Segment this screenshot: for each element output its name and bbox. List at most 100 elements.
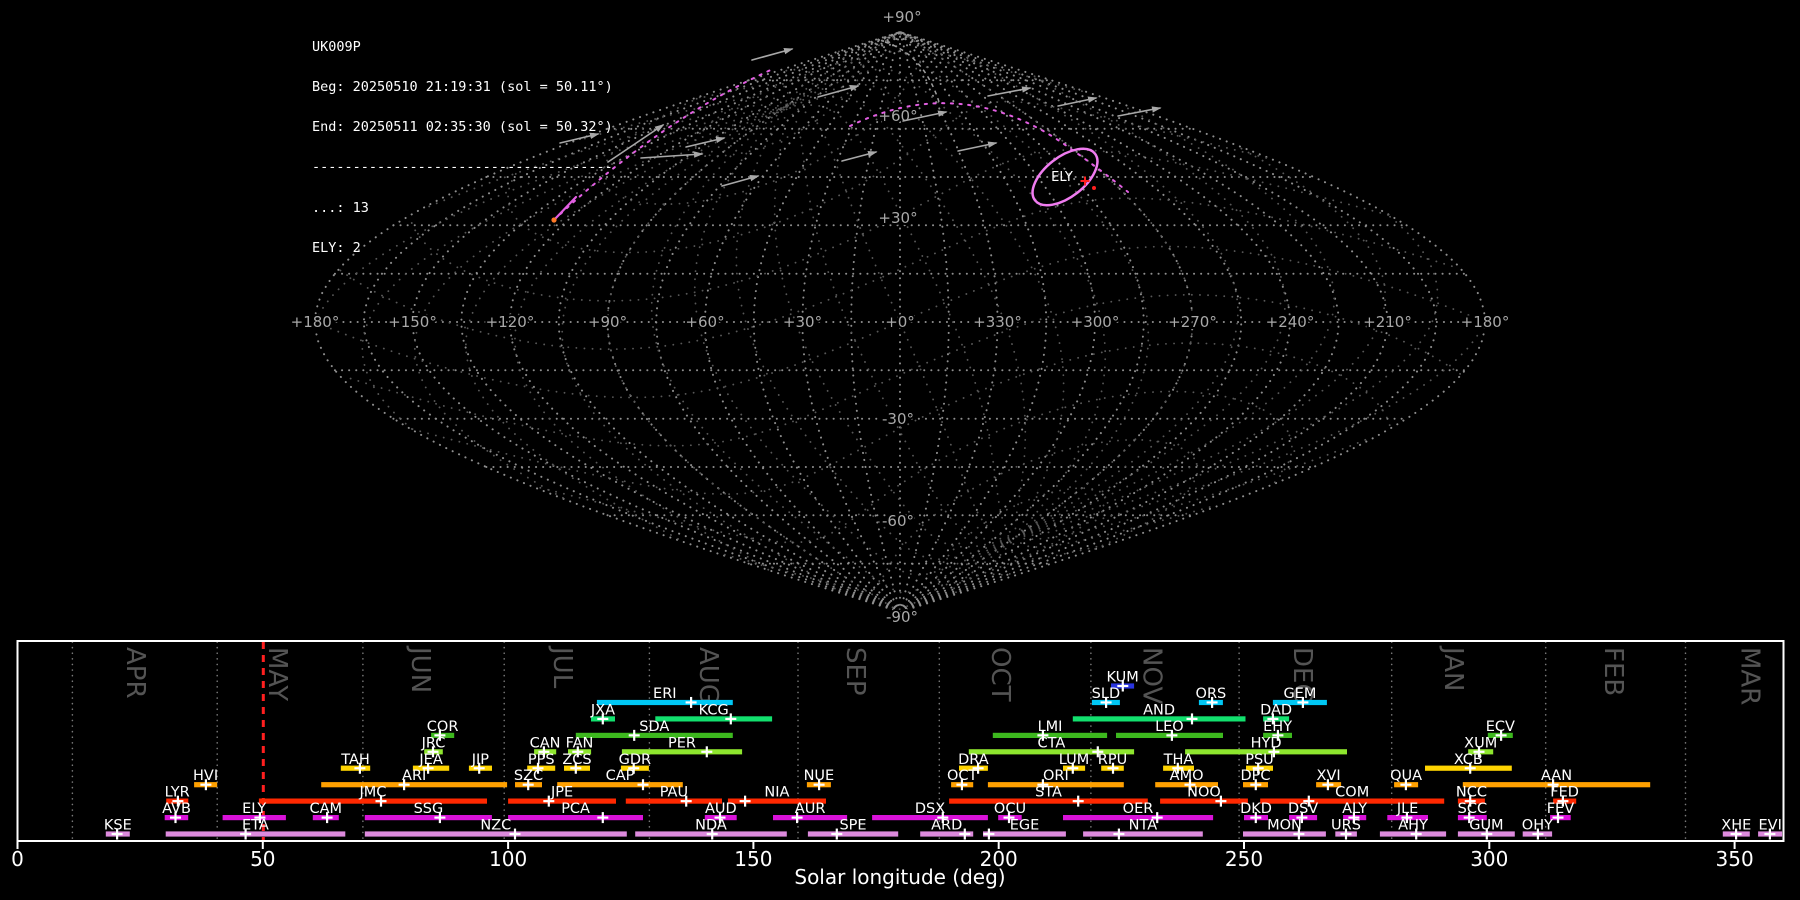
shower-code-label: PCA bbox=[561, 801, 590, 817]
grid-secondary bbox=[918, 293, 1461, 375]
shower-code-label: JRC bbox=[421, 735, 446, 751]
month-label: FEB bbox=[1598, 647, 1628, 696]
shower-code-label: DAD bbox=[1260, 702, 1292, 718]
shower-code-label: SDA bbox=[639, 719, 669, 735]
axis-tick-label: 350 bbox=[1716, 847, 1754, 871]
longitude-label: +300° bbox=[1071, 313, 1120, 331]
shower-code-label: XCB bbox=[1454, 752, 1483, 768]
shower-code-label: ERI bbox=[653, 686, 677, 702]
obs-begin: Beg: 20250510 21:19:31 (sol = 50.11°) bbox=[312, 79, 613, 96]
month-label: OCT bbox=[985, 647, 1015, 702]
shower-code-label: AVB bbox=[162, 801, 191, 817]
shower-code-label: XUM bbox=[1464, 735, 1497, 751]
shower-code-label: TAH bbox=[340, 752, 370, 768]
longitude-label: +30° bbox=[783, 313, 822, 331]
shower-code-label: EVI bbox=[1759, 818, 1782, 834]
month-label: APR bbox=[120, 647, 150, 699]
grid-secondary bbox=[1015, 329, 1482, 538]
shower-code-label: CAM bbox=[310, 801, 343, 817]
longitude-label: +330° bbox=[973, 313, 1022, 331]
shower-code-label: SPE bbox=[839, 818, 866, 834]
shower-code-label: KCG bbox=[699, 702, 729, 718]
shower-code-label: EHY bbox=[1263, 719, 1292, 735]
shower-code-label: AAN bbox=[1541, 768, 1572, 784]
latitude-label: -60° bbox=[882, 512, 914, 530]
axis-tick-label: 0 bbox=[11, 847, 24, 871]
shower-code-label: COM bbox=[1335, 785, 1369, 801]
shower-code-label: OHY bbox=[1522, 818, 1553, 834]
ely-meteor-dot bbox=[1092, 186, 1096, 190]
month-label: MAR bbox=[1735, 647, 1765, 705]
grid-secondary bbox=[1015, 73, 1287, 538]
shower-code-label: KUM bbox=[1106, 670, 1138, 686]
shower-code-label: ETA bbox=[242, 818, 269, 834]
longitude-label: +240° bbox=[1266, 313, 1315, 331]
shower-code-label: HYD bbox=[1251, 735, 1282, 751]
shower-code-label: LEO bbox=[1155, 719, 1184, 735]
longitude-label: +180° bbox=[1461, 313, 1510, 331]
grid-secondary bbox=[717, 490, 970, 592]
longitude-label: +180° bbox=[291, 313, 340, 331]
shower-code-label: LMI bbox=[1038, 719, 1063, 735]
month-label: JAN bbox=[1438, 645, 1468, 691]
shower-code-label: SZC bbox=[514, 768, 543, 784]
grid-secondary bbox=[695, 83, 789, 109]
grid-secondary bbox=[936, 342, 1391, 427]
shower-code-label: DSV bbox=[1288, 801, 1318, 817]
grid-secondary bbox=[693, 58, 865, 157]
shower-code-label: JEA bbox=[418, 752, 442, 768]
obs-end: End: 20250511 02:35:30 (sol = 50.32°) bbox=[312, 119, 613, 136]
longitude-label: +90° bbox=[588, 313, 627, 331]
shower-code-label: JPE bbox=[550, 785, 573, 801]
shower-code-label: THA bbox=[1163, 752, 1194, 768]
grid-secondary bbox=[782, 83, 1065, 538]
month-label: JUN bbox=[405, 645, 435, 693]
grid-secondary bbox=[899, 245, 1477, 323]
shower-code-label: PER bbox=[668, 735, 696, 751]
shower-code-label: NTA bbox=[1129, 818, 1158, 834]
sporadic-meteor-trail bbox=[957, 141, 998, 152]
station-id: UK009P bbox=[312, 38, 361, 55]
app-window: +180° +150° +120° +90° +60° +30° +0° +330° +300°… bbox=[0, 0, 1800, 900]
shower-code-label: NDA bbox=[695, 818, 727, 834]
grid-secondary bbox=[1015, 436, 1372, 541]
sporadic-meteor-trail bbox=[841, 150, 878, 162]
shower-code-label: PAU bbox=[660, 785, 688, 801]
grid-secondary bbox=[601, 94, 833, 206]
longitude-label: +210° bbox=[1363, 313, 1412, 331]
shower-code-label: RPU bbox=[1098, 752, 1127, 768]
sporadic-meteor-trail bbox=[1057, 96, 1098, 107]
shower-code-label: DKD bbox=[1240, 801, 1272, 817]
shower-code-label: OCT bbox=[947, 768, 978, 784]
radiant-activity-plot: +180° +150° +120° +90° +60° +30° +0° +330° +300°… bbox=[11, 6, 1785, 889]
shower-code-label: AMO bbox=[1170, 768, 1204, 784]
shower-code-label: ZCS bbox=[562, 752, 591, 768]
longitude-label: +150° bbox=[388, 313, 437, 331]
shower-code-label: SCC bbox=[1458, 801, 1487, 817]
month-label: SEP bbox=[840, 647, 870, 696]
shower-code-label: LYR bbox=[165, 785, 190, 801]
longitude-label: +270° bbox=[1168, 313, 1217, 331]
month-label: NOV bbox=[1137, 647, 1167, 704]
activity-timeline: APR MAY JUN JUL AUG SEP OCT NOV DEC JAN FEB MARKUME… bbox=[11, 640, 1785, 889]
shower-code-label: SLD bbox=[1092, 686, 1120, 702]
unidentified-count: ...: 13 bbox=[312, 199, 369, 216]
shower-code-label: EGE bbox=[1010, 818, 1040, 834]
shower-code-label: ARI bbox=[402, 768, 426, 784]
latitude-label: -90° bbox=[886, 608, 918, 626]
grid-secondary bbox=[1015, 214, 1439, 538]
grid-secondary bbox=[782, 50, 850, 109]
shower-code-label: XVI bbox=[1317, 768, 1341, 784]
shower-code-label: HVI bbox=[193, 768, 218, 784]
axis-tick-label: 250 bbox=[1225, 847, 1263, 871]
axis-tick-label: 100 bbox=[489, 847, 527, 871]
shower-code-label: ARD bbox=[931, 818, 962, 834]
shower-code-label: JLE bbox=[1396, 801, 1419, 817]
shower-code-label: SSG bbox=[414, 801, 444, 817]
shower-code-label: KSE bbox=[104, 818, 132, 834]
shower-code-label: JIP bbox=[471, 752, 490, 768]
shower-code-label: PPS bbox=[528, 752, 555, 768]
longitude-label: +120° bbox=[486, 313, 535, 331]
shower-code-label: ELY bbox=[242, 801, 266, 817]
shower-code-label: NCC bbox=[1456, 785, 1487, 801]
